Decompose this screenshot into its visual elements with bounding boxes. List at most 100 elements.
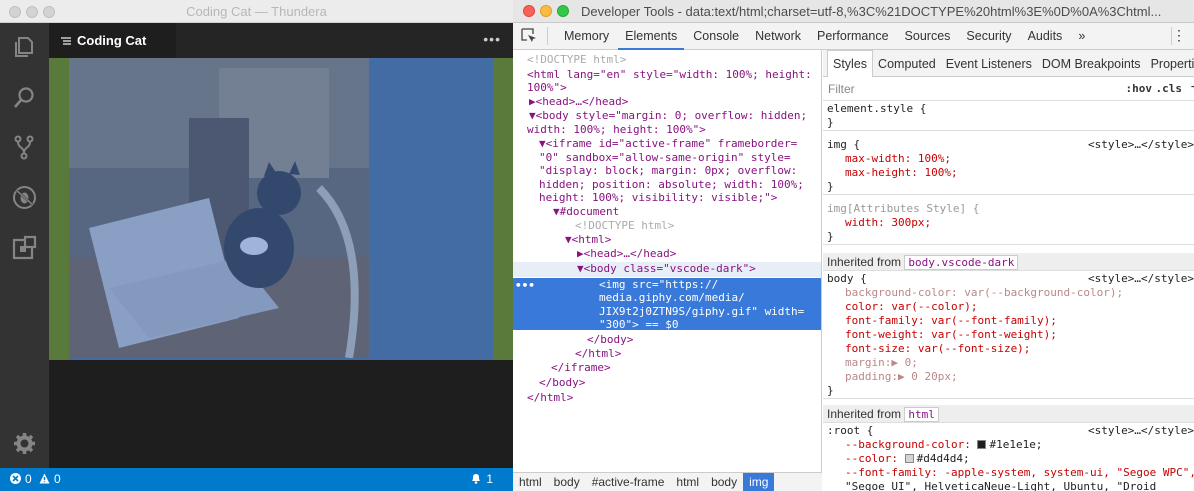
dom-node[interactable]: </body> xyxy=(513,333,821,347)
error-icon xyxy=(10,472,21,486)
tab-network[interactable]: Network xyxy=(748,23,808,50)
tab-audits[interactable]: Audits xyxy=(1021,23,1070,50)
dom-node[interactable]: </body> xyxy=(513,376,821,390)
dom-node[interactable]: "display: block; margin: 0px; overflow: xyxy=(513,164,821,178)
rule-selector[interactable]: element.style { xyxy=(823,102,1194,116)
breadcrumb-item[interactable]: body xyxy=(705,473,743,491)
dom-node[interactable]: ▼<body class="vscode-dark"> xyxy=(513,262,821,276)
dom-node[interactable]: height: 100%; visibility: visible;"> xyxy=(513,191,821,205)
declaration[interactable]: font-weight: var(--font-weight); xyxy=(845,328,1057,341)
breadcrumb-item[interactable]: img xyxy=(743,473,775,491)
problems-indicator[interactable]: 0 0 xyxy=(10,472,65,486)
tab-console[interactable]: Console xyxy=(686,23,746,50)
minimize-icon[interactable] xyxy=(540,5,552,17)
rule-selector[interactable]: img[Attributes Style] { xyxy=(827,202,979,215)
declaration-value[interactable]: #d4d4d4; xyxy=(917,452,970,465)
gear-icon[interactable] xyxy=(12,431,37,456)
dom-node[interactable]: 100%"> xyxy=(513,81,821,95)
tab-elements[interactable]: Elements xyxy=(618,23,685,50)
inherited-from-html: Inherited from html xyxy=(823,405,1194,423)
tab-sources[interactable]: Sources xyxy=(898,23,958,50)
breadcrumb: html body #active-frame html body img xyxy=(513,472,822,491)
inherited-node-link[interactable]: body.vscode-dark xyxy=(904,255,1019,270)
devtools-toolbar: Memory Elements Console Network Performance S… xyxy=(513,23,1194,50)
declaration-max-width[interactable]: max-width: 100%; xyxy=(845,152,951,165)
rule-selector[interactable]: img { xyxy=(827,138,860,151)
rule-selector[interactable]: :root { xyxy=(827,424,873,437)
dom-node[interactable]: ▼#document xyxy=(513,205,821,219)
kebab-menu-icon[interactable]: ⋮ xyxy=(1172,27,1186,44)
dom-node[interactable]: </html> xyxy=(513,391,821,405)
new-rule-button[interactable]: + xyxy=(1191,79,1194,97)
declaration-continuation: "Segoe UI", HelveticaNeue-Light, Ubuntu,… xyxy=(845,480,1157,491)
dom-node[interactable]: ▶<head>…</head> xyxy=(513,95,821,109)
dom-node[interactable]: </iframe> xyxy=(513,361,821,375)
notifications-indicator[interactable]: 1 xyxy=(470,472,497,486)
rule-selector[interactable]: body { xyxy=(827,272,867,285)
source-control-icon[interactable] xyxy=(12,135,37,160)
declaration-max-height[interactable]: max-height: 100%; xyxy=(845,166,958,179)
dom-node-selected[interactable]: "300"> == $0 xyxy=(513,318,821,332)
explorer-icon[interactable] xyxy=(12,35,37,60)
filter-input[interactable]: Filter xyxy=(828,82,855,96)
class-toggle[interactable]: .cls xyxy=(1156,82,1183,95)
extensions-icon[interactable] xyxy=(12,235,37,260)
declaration-width[interactable]: width: 300px; xyxy=(845,216,931,229)
more-actions-button[interactable]: ••• xyxy=(483,31,501,47)
dom-node[interactable]: "0" sandbox="allow-same-origin" style= xyxy=(513,151,821,165)
dom-node[interactable]: ▼<html> xyxy=(513,233,821,247)
dom-node-selected[interactable]: media.giphy.com/media/ xyxy=(513,291,821,305)
declaration[interactable]: padding:▶ 0 20px; xyxy=(845,370,958,383)
color-swatch[interactable] xyxy=(904,454,914,463)
rule-source-link[interactable]: <style>…</style> xyxy=(1088,424,1194,438)
declaration-value[interactable]: #1e1e1e; xyxy=(989,438,1042,451)
rule-source-link[interactable]: <style>…</style> xyxy=(1088,272,1194,286)
declaration-color[interactable]: --color: xyxy=(845,452,905,465)
styles-tab-styles[interactable]: Styles xyxy=(827,50,874,77)
dom-node[interactable]: width: 100%; height: 100%"> xyxy=(513,123,821,137)
dom-node[interactable]: <html lang="en" style="width: 100%; heig… xyxy=(513,68,821,82)
dom-node[interactable]: ▶<head>…</head> xyxy=(513,247,821,261)
tab-coding-cat[interactable]: Coding Cat xyxy=(49,23,176,58)
dom-node[interactable]: </html> xyxy=(513,347,821,361)
color-swatch[interactable] xyxy=(977,440,987,449)
dom-node[interactable]: <!DOCTYPE html> xyxy=(513,53,821,67)
inherited-node-link[interactable]: html xyxy=(904,407,939,422)
dom-node-selected[interactable]: <img src="https:// xyxy=(513,278,821,292)
rule-source-link[interactable]: <style>…</style> xyxy=(1088,138,1194,152)
dom-node-text: width: 100%; height: 100%"> xyxy=(527,123,706,136)
breadcrumb-item[interactable]: #active-frame xyxy=(586,473,671,491)
declaration[interactable]: margin:▶ 0; xyxy=(845,356,918,369)
declaration-font-family[interactable]: --font-family: -apple-system, system-ui,… xyxy=(845,466,1194,479)
tab-performance[interactable]: Performance xyxy=(810,23,896,50)
body-declarations: background-color: var(--background-color… xyxy=(823,286,1194,384)
styles-tab-dom-breakpoints[interactable]: DOM Breakpoints xyxy=(1037,51,1146,78)
maximize-icon[interactable] xyxy=(557,5,569,17)
breadcrumb-item[interactable]: html xyxy=(670,473,705,491)
declaration[interactable]: font-size: var(--font-size); xyxy=(845,342,1030,355)
dom-node-selected[interactable]: JIX9t2j0ZTN9S/giphy.gif" width= xyxy=(513,305,821,319)
declaration[interactable]: color: var(--color); xyxy=(845,300,977,313)
tab-memory[interactable]: Memory xyxy=(557,23,616,50)
dom-node[interactable]: hidden; position: absolute; width: 100%; xyxy=(513,178,821,192)
declaration[interactable]: font-family: var(--font-family); xyxy=(845,314,1057,327)
inspect-element-icon[interactable] xyxy=(521,28,537,44)
dom-node[interactable]: ▼<iframe id="active-frame" frameborder= xyxy=(513,137,821,151)
declaration-background-color[interactable]: --background-color: xyxy=(845,438,977,451)
dom-node[interactable]: ▼<body style="margin: 0; overflow: hidde… xyxy=(513,109,821,123)
tab-security[interactable]: Security xyxy=(959,23,1018,50)
dom-node[interactable]: <!DOCTYPE html> xyxy=(513,219,821,233)
close-icon[interactable] xyxy=(523,5,535,17)
search-icon[interactable] xyxy=(12,85,37,110)
breadcrumb-item[interactable]: html xyxy=(513,473,548,491)
debug-icon[interactable] xyxy=(12,185,37,210)
styles-tab-event-listeners[interactable]: Event Listeners xyxy=(941,51,1037,78)
webview-panel xyxy=(49,58,513,360)
styles-tab-computed[interactable]: Computed xyxy=(873,51,941,78)
dom-node-text: height: 100%; visibility: visible;"> xyxy=(539,191,778,204)
declaration[interactable]: background-color: var(--background-color… xyxy=(845,286,1123,299)
hover-state-toggle[interactable]: :hov xyxy=(1126,82,1153,95)
styles-tab-properties[interactable]: Properties xyxy=(1146,51,1194,78)
breadcrumb-item[interactable]: body xyxy=(548,473,586,491)
more-tabs-button[interactable]: » xyxy=(1071,23,1092,50)
